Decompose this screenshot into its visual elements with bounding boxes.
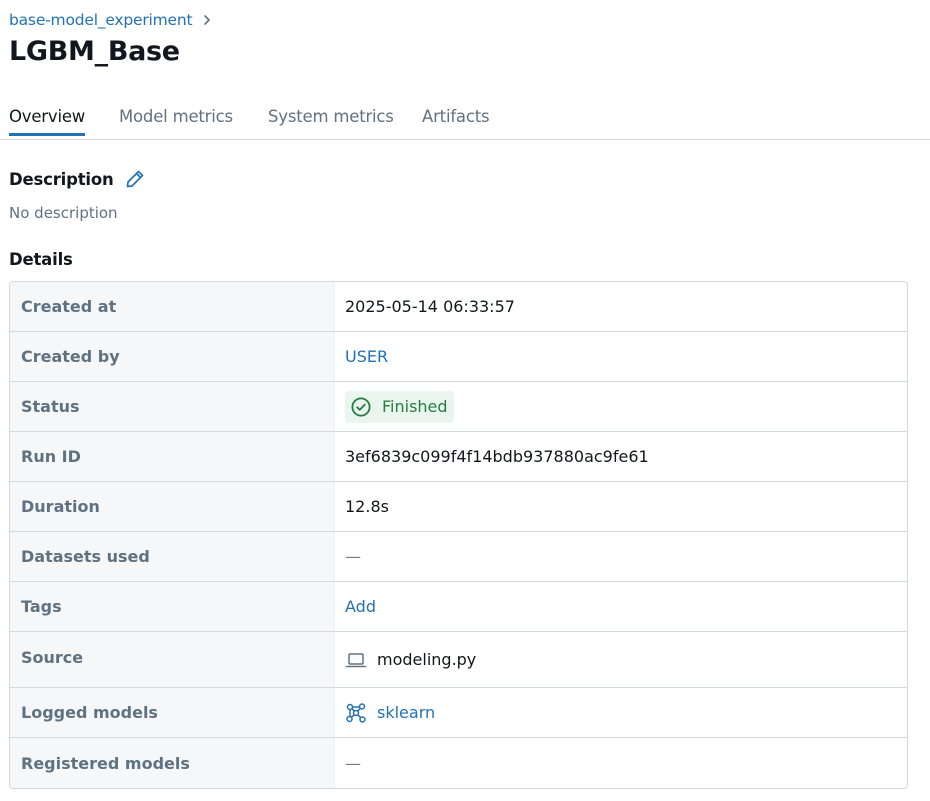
row-key: Logged models — [10, 688, 335, 737]
row-key: Status — [10, 382, 335, 431]
row-key: Created at — [10, 282, 335, 331]
row-key: Registered models — [10, 738, 335, 788]
duration-value: 12.8s — [345, 497, 389, 516]
row-key: Datasets used — [10, 532, 335, 581]
tab-model-metrics[interactable]: Model metrics — [119, 107, 233, 134]
table-row: Status Finished — [10, 382, 907, 432]
table-row: Logged models sklearn — [10, 688, 907, 738]
details-table: Created at 2025-05-14 06:33:57 Created b… — [9, 281, 908, 789]
source-filename: modeling.py — [377, 650, 477, 669]
check-circle-icon — [350, 396, 372, 418]
created-by-link[interactable]: USER — [345, 347, 388, 366]
datasets-empty-value: — — [345, 547, 361, 566]
add-tag-link[interactable]: Add — [345, 597, 376, 616]
tab-overview[interactable]: Overview — [9, 107, 85, 136]
logged-model-link[interactable]: sklearn — [345, 702, 435, 724]
created-at-value: 2025-05-14 06:33:57 — [345, 297, 515, 316]
source-value: modeling.py — [345, 650, 476, 669]
table-row: Datasets used — — [10, 532, 907, 582]
details-heading: Details — [9, 250, 73, 269]
row-key: Tags — [10, 582, 335, 631]
row-key: Source — [10, 632, 335, 687]
row-key: Created by — [10, 332, 335, 381]
tab-bar: Overview Model metrics System metrics Ar… — [0, 105, 930, 140]
table-row: Run ID 3ef6839c099f4f14bdb937880ac9fe61 — [10, 432, 907, 482]
table-row: Source modeling.py — [10, 632, 907, 688]
breadcrumb: base-model_experiment — [9, 9, 213, 31]
status-text: Finished — [382, 397, 448, 416]
description-heading: Description — [9, 169, 114, 189]
page-title: LGBM_Base — [9, 36, 180, 67]
run-id-value: 3ef6839c099f4f14bdb937880ac9fe61 — [345, 447, 649, 466]
table-row: Created at 2025-05-14 06:33:57 — [10, 282, 907, 332]
chevron-right-icon — [201, 14, 213, 26]
model-graph-icon — [345, 702, 367, 724]
row-key: Run ID — [10, 432, 335, 481]
tab-system-metrics[interactable]: System metrics — [268, 107, 394, 134]
table-row: Registered models — — [10, 738, 907, 788]
tab-artifacts[interactable]: Artifacts — [422, 107, 490, 134]
laptop-icon — [345, 651, 367, 669]
table-row: Tags Add — [10, 582, 907, 632]
registered-models-empty-value: — — [345, 753, 361, 773]
logged-model-name[interactable]: sklearn — [377, 703, 435, 722]
description-header: Description — [9, 168, 146, 190]
status-badge: Finished — [345, 390, 454, 423]
description-text: No description — [9, 204, 118, 222]
table-row: Created by USER — [10, 332, 907, 382]
table-row: Duration 12.8s — [10, 482, 907, 532]
breadcrumb-experiment-link[interactable]: base-model_experiment — [9, 11, 193, 29]
row-key: Duration — [10, 482, 335, 531]
pencil-icon[interactable] — [124, 168, 146, 190]
